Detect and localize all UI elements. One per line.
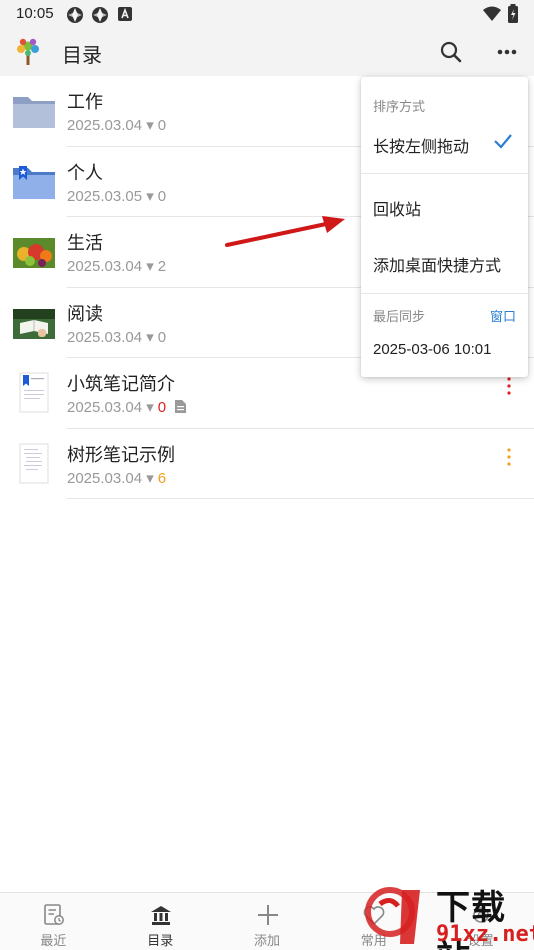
item-more-icon[interactable]	[504, 376, 514, 396]
watermark-logo-icon	[365, 887, 420, 944]
bookmark-note-icon	[19, 372, 49, 413]
menu-item-add-shortcut[interactable]: 添加桌面快捷方式	[373, 252, 501, 276]
last-sync-label: 最后同步	[373, 310, 426, 325]
item-date: 2025.03.04	[67, 399, 143, 416]
tab-label: 最近	[40, 934, 67, 949]
status-time: 10:05	[16, 5, 54, 22]
dropdown-caret-icon[interactable]: ▾	[146, 399, 154, 416]
bookmark-folder-icon	[13, 165, 55, 199]
folder-icon	[13, 97, 55, 128]
annotation-arrow	[225, 216, 345, 247]
check-icon	[494, 134, 512, 149]
item-date: 2025.03.05	[67, 187, 143, 205]
item-date: 2025.03.04	[67, 328, 143, 346]
dropdown-caret-icon[interactable]: ▾	[146, 329, 154, 346]
notification-app-icon	[67, 7, 83, 23]
item-name: 生活	[67, 233, 103, 254]
menu-item-sort-drag[interactable]: 长按左侧拖动	[373, 133, 469, 157]
wifi-icon	[483, 6, 501, 21]
item-name: 小筑笔记简介	[67, 374, 175, 395]
item-name: 工作	[67, 92, 103, 113]
item-meta: 2025.03.04 ▾ 2	[67, 257, 166, 275]
item-meta: 2025.03.05 ▾ 0	[67, 187, 166, 205]
list-item[interactable]: 树形笔记示例 2025.03.04 ▾ 6	[0, 429, 534, 499]
item-count: 0	[157, 187, 167, 205]
dropdown-caret-icon[interactable]: ▾	[146, 117, 154, 134]
dropdown-caret-icon[interactable]: ▾	[146, 470, 154, 487]
item-count: 6	[157, 469, 167, 487]
menu-divider	[361, 173, 528, 174]
divider	[67, 498, 534, 499]
notification-app-icon	[92, 7, 108, 23]
catalog-icon	[150, 906, 171, 925]
tab-label: 目录	[147, 934, 174, 949]
item-count: 0	[157, 117, 167, 134]
app-tree-logo-icon	[17, 38, 39, 65]
overflow-menu: 排序方式 长按左侧拖动 回收站 添加桌面快捷方式 最后同步 窗口 2025-03…	[361, 77, 528, 377]
item-name: 个人	[67, 162, 103, 184]
notification-a-icon	[118, 7, 132, 21]
recent-icon	[44, 904, 64, 925]
search-icon[interactable]	[440, 41, 462, 63]
item-name: 树形笔记示例	[67, 444, 175, 466]
tab-add[interactable]: 添加	[214, 893, 321, 950]
dropdown-caret-icon[interactable]: ▾	[146, 258, 154, 275]
item-meta: 2025.03.04 ▾ 0	[67, 328, 166, 346]
more-options-icon[interactable]	[497, 49, 517, 55]
item-meta: 2025.03.04 ▾ 6	[67, 469, 166, 487]
window-link[interactable]: 窗口	[490, 306, 516, 325]
battery-icon	[508, 4, 518, 23]
item-date: 2025.03.04	[67, 258, 143, 275]
menu-item-recycle-bin[interactable]: 回收站	[373, 196, 421, 220]
item-count: 0	[157, 328, 167, 346]
note-document-icon	[175, 400, 187, 413]
item-more-icon[interactable]	[504, 447, 514, 467]
tab-catalog[interactable]: 目录	[107, 893, 214, 950]
last-sync-time: 2025-03-06 10:01	[373, 341, 492, 358]
note-page-icon	[19, 443, 49, 483]
item-meta: 2025.03.04 ▾ 0	[67, 116, 166, 134]
watermark-url: 91xz.net	[436, 922, 534, 947]
item-count: 0	[157, 399, 167, 416]
item-meta: 2025.03.04 ▾ 0	[67, 398, 187, 416]
add-icon	[257, 905, 278, 925]
item-date: 2025.03.04	[67, 117, 143, 134]
app-bar: 目录	[0, 28, 534, 76]
sort-section-header: 排序方式	[373, 100, 426, 115]
item-name: 阅读	[67, 303, 103, 325]
menu-divider	[361, 293, 528, 294]
page-title: 目录	[62, 43, 102, 67]
reading-image	[13, 308, 55, 339]
status-bar: 10:05	[0, 0, 534, 28]
site-watermark: 下载站 91xz.net	[360, 878, 534, 950]
tab-recent[interactable]: 最近	[0, 893, 107, 950]
item-date: 2025.03.04	[67, 469, 143, 487]
item-count: 2	[157, 258, 167, 275]
tab-label: 添加	[253, 934, 280, 949]
dropdown-caret-icon[interactable]: ▾	[146, 188, 154, 205]
fruit-image	[13, 238, 55, 268]
